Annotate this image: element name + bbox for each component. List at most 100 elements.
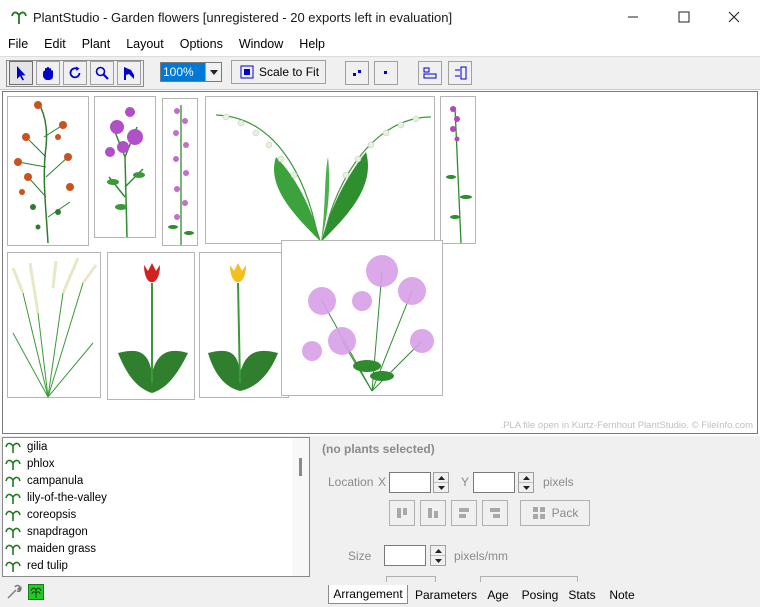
partial-button[interactable] (480, 576, 578, 582)
plant-drawing-campanula[interactable] (162, 98, 198, 246)
tab-posing[interactable]: Posing (518, 585, 562, 604)
close-icon (728, 11, 740, 23)
align-left-button[interactable] (418, 61, 442, 85)
window-title: PlantStudio - Garden flowers [unregister… (33, 9, 453, 25)
list-item-label: phlox (27, 457, 55, 470)
y-label: Y (461, 475, 470, 489)
plant-drawing-purple-flowers[interactable] (281, 240, 443, 396)
hand-icon (43, 66, 53, 80)
tab-parameters[interactable]: Parameters (411, 585, 481, 604)
flag-tool-button[interactable] (117, 61, 141, 85)
list-item[interactable]: red tulip (3, 557, 309, 574)
list-item-label: lily-of-the-valley (27, 491, 107, 504)
list-item[interactable]: phlox (3, 455, 309, 472)
zoom-combo[interactable]: 100% (160, 62, 222, 82)
plant-illustration (11, 257, 98, 398)
tab-stats[interactable]: Stats (566, 585, 598, 604)
list-item-label: gilia (27, 440, 48, 453)
close-button[interactable] (711, 0, 757, 34)
watermark: .PLA file open in Kurtz-Fernhout PlantSt… (500, 420, 753, 431)
plant-canvas[interactable]: .PLA file open in Kurtz-Fernhout PlantSt… (2, 91, 758, 434)
hand-tool-button[interactable] (36, 61, 60, 85)
menu-window[interactable]: Window (231, 37, 291, 51)
chevron-up-icon (437, 475, 445, 480)
list-item[interactable]: lily-of-the-valley (3, 489, 309, 506)
scrollbar-thumb[interactable] (299, 458, 302, 476)
panel-tabs: Arrangement Parameters Age Posing Stats … (318, 585, 758, 605)
align-bottom-button[interactable] (420, 500, 446, 526)
pack-label: Pack (551, 506, 579, 520)
location-x-input[interactable] (389, 472, 431, 493)
rotate-tool-button[interactable] (63, 61, 87, 85)
title-bar: PlantStudio - Garden flowers [unregister… (0, 0, 760, 34)
rotate-icon (69, 66, 81, 79)
app-icon (11, 11, 27, 24)
menu-layout[interactable]: Layout (118, 37, 172, 51)
location-x-stepper[interactable] (433, 472, 449, 493)
menu-plant[interactable]: Plant (74, 37, 119, 51)
tab-age[interactable]: Age (483, 585, 513, 604)
pointer-tool-button[interactable] (9, 61, 33, 85)
zoom-dropdown-arrow[interactable] (205, 63, 221, 81)
menu-options[interactable]: Options (172, 37, 231, 51)
plant-drawing-lily-of-the-valley[interactable] (205, 96, 435, 244)
pack-button[interactable]: Pack (520, 500, 590, 526)
size-unit-label: pixels/mm (454, 549, 509, 563)
chevron-up-icon (522, 475, 530, 480)
plant-list[interactable]: gilia phlox campanula lily-of-the-valley… (2, 437, 310, 577)
list-item[interactable]: snapdragon (3, 523, 309, 540)
new-plant-button[interactable] (28, 584, 44, 600)
zoom-tool-button[interactable] (90, 61, 114, 85)
maximize-button[interactable] (661, 0, 707, 34)
plant-drawing-coreopsis[interactable] (440, 96, 476, 244)
location-label: Location (328, 475, 374, 489)
align-top-button[interactable] (389, 500, 415, 526)
plant-illustration (208, 263, 278, 391)
plant-icon (5, 544, 21, 555)
list-item-label: campanula (27, 474, 84, 487)
size-input[interactable] (384, 545, 426, 566)
x-label: X (378, 475, 387, 489)
plant-drawing-yellow-tulip[interactable] (199, 252, 289, 398)
magnifier-icon (95, 66, 109, 80)
pointer-icon (17, 66, 26, 81)
show-small-button[interactable] (345, 61, 369, 85)
list-item-label: maiden grass (27, 542, 97, 555)
plant-icon (5, 510, 21, 521)
align-left-icon (459, 508, 469, 518)
plant-drawing-phlox[interactable] (94, 96, 156, 238)
plant-drawing-gilia[interactable] (7, 96, 89, 246)
scale-to-fit-button[interactable]: Scale to Fit (231, 60, 326, 84)
tab-arrangement[interactable]: Arrangement (328, 585, 408, 604)
partial-button[interactable] (386, 576, 436, 582)
list-scrollbar[interactable] (292, 438, 309, 576)
maximize-icon (678, 11, 690, 23)
align-right-button[interactable] (448, 61, 472, 85)
location-y-input[interactable] (473, 472, 515, 493)
pixels-label: pixels (543, 475, 574, 489)
list-item[interactable]: coreopsis (3, 506, 309, 523)
show-single-button[interactable] (374, 61, 398, 85)
plant-drawing-red-tulip[interactable] (107, 252, 195, 400)
menu-file[interactable]: File (0, 37, 36, 51)
plant-icon (5, 493, 21, 504)
chevron-down-icon (209, 69, 218, 75)
minimize-button[interactable] (610, 0, 656, 34)
list-item[interactable]: campanula (3, 472, 309, 489)
align-left-button-2[interactable] (451, 500, 477, 526)
plant-drawing-maiden-grass[interactable] (7, 252, 101, 398)
menu-edit[interactable]: Edit (36, 37, 74, 51)
zoom-value[interactable]: 100% (161, 63, 205, 81)
location-y-stepper[interactable] (518, 472, 534, 493)
list-item[interactable]: gilia (3, 438, 309, 455)
size-label: Size (348, 549, 372, 563)
list-item[interactable]: maiden grass (3, 540, 309, 557)
menu-help[interactable]: Help (291, 37, 333, 51)
wrench-icon[interactable] (6, 584, 22, 600)
plant-illustration (14, 101, 74, 244)
tab-note[interactable]: Note (602, 585, 642, 604)
plant-illustration (105, 107, 145, 238)
size-stepper[interactable] (430, 545, 446, 566)
align-right-button-2[interactable] (482, 500, 508, 526)
scale-icon (240, 65, 254, 79)
